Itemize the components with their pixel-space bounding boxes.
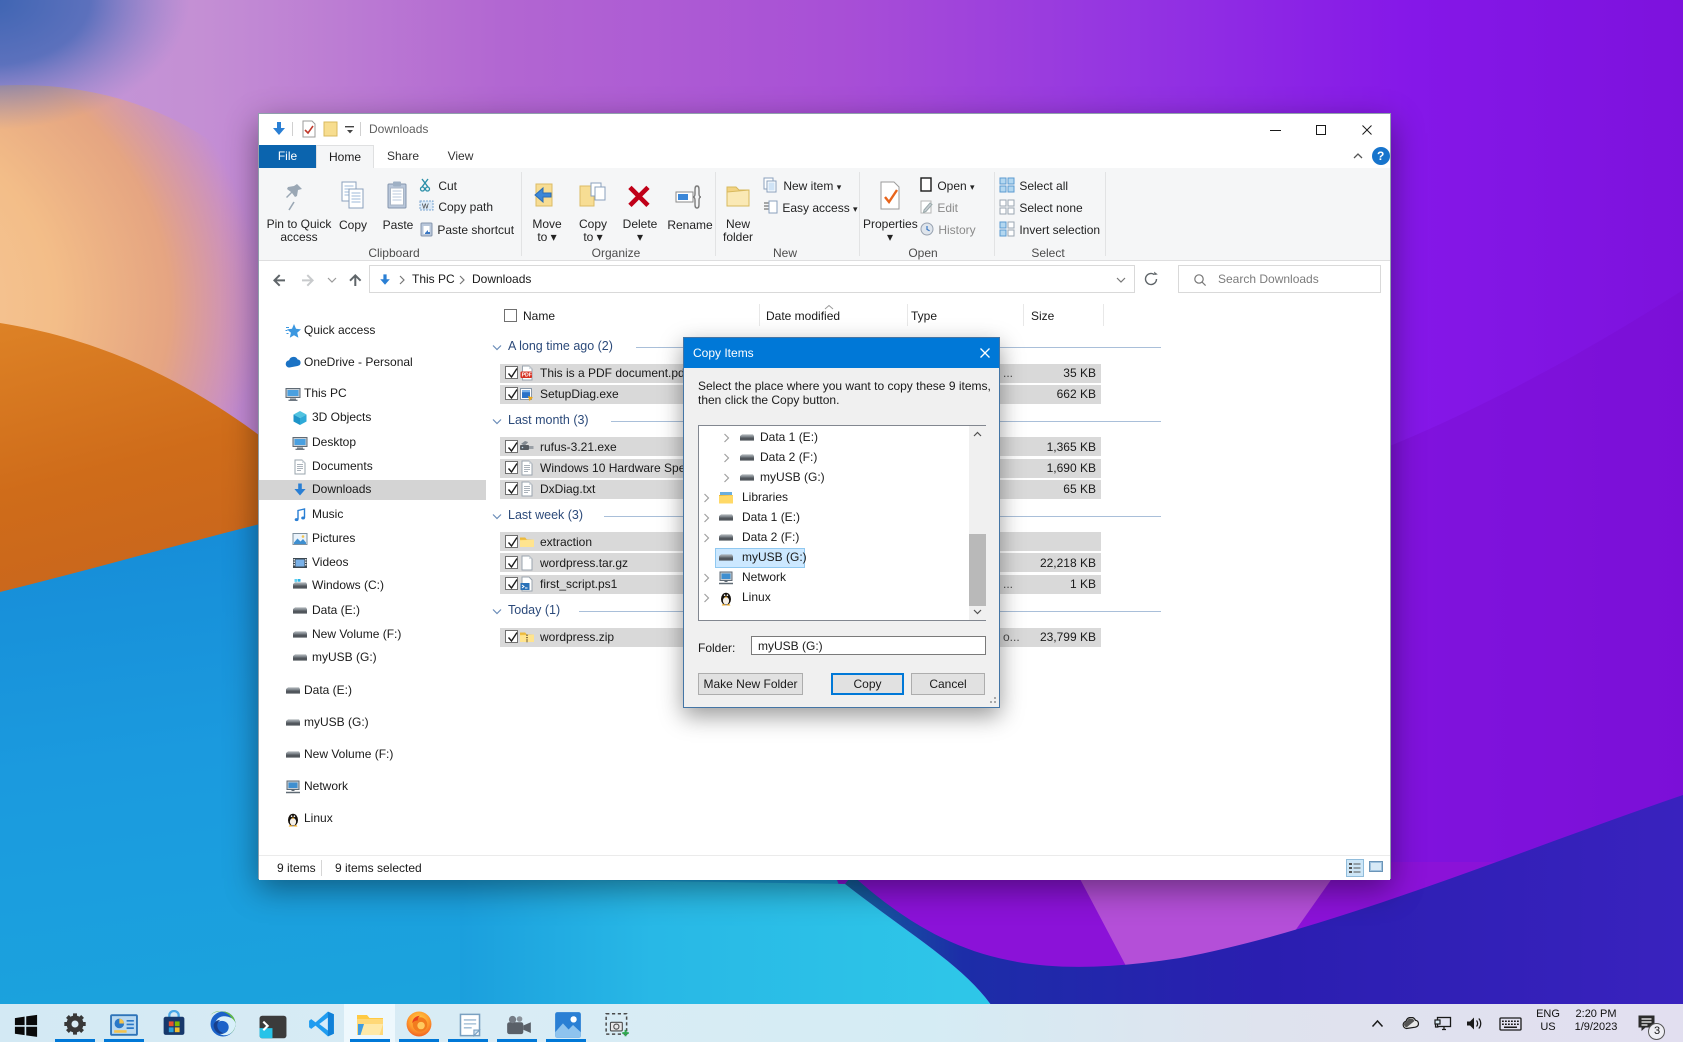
- svg-text:W: W: [422, 204, 429, 211]
